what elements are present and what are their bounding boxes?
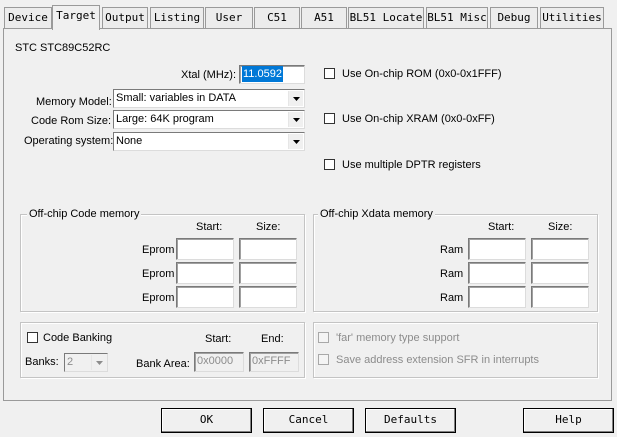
ram-size-input-2[interactable] — [531, 262, 589, 284]
ram-label-2: Ram — [440, 268, 464, 280]
ram-size-input-3[interactable] — [531, 286, 589, 308]
tab-utilities[interactable]: Utilities — [540, 7, 604, 28]
eprom-label-3: Eprom — [142, 292, 175, 304]
bank-area-start-input[interactable]: 0x0000 — [194, 352, 244, 372]
banks-value: 2 — [67, 356, 74, 368]
far-memory-checkbox[interactable] — [318, 332, 329, 343]
ram-size-input-1[interactable] — [531, 238, 589, 260]
operating-system-select[interactable]: None — [113, 132, 305, 151]
operating-system-label: Operating system: — [24, 135, 114, 147]
onchip-xram-label: Use On-chip XRAM (0x0-0xFF) — [342, 113, 495, 125]
tab-bl51-misc[interactable]: BL51 Misc — [426, 7, 488, 28]
code-rom-size-select[interactable]: Large: 64K program — [113, 110, 305, 129]
tab-target[interactable]: Target — [52, 5, 100, 30]
save-sfr-checkbox[interactable] — [318, 354, 329, 365]
bank-start-header: Start: — [205, 333, 232, 345]
ram-start-input-2[interactable] — [468, 262, 526, 284]
defaults-button[interactable]: Defaults — [365, 408, 456, 433]
eprom-start-input-2[interactable] — [176, 262, 234, 284]
tab-listing[interactable]: Listing — [150, 7, 204, 28]
tab-user[interactable]: User — [205, 7, 253, 28]
ram-label-1: Ram — [440, 244, 464, 256]
bank-end-header: End: — [261, 333, 284, 345]
bank-area-label: Bank Area: — [136, 358, 190, 370]
chevron-down-icon[interactable] — [288, 134, 303, 149]
save-sfr-label: Save address extension SFR in interrupts — [336, 354, 539, 366]
xtal-value: 11.0592 — [242, 66, 283, 82]
onchip-xram-checkbox[interactable] — [324, 113, 335, 124]
xdata-memory-title: Off-chip Xdata memory — [318, 208, 435, 220]
tab-a51[interactable]: A51 — [301, 7, 347, 28]
code-memory-title: Off-chip Code memory — [27, 208, 142, 220]
code-banking-label: Code Banking — [43, 332, 113, 344]
ok-button[interactable]: OK — [161, 408, 252, 433]
code-rom-size-label: Code Rom Size: — [31, 115, 112, 127]
chevron-down-icon[interactable] — [91, 355, 106, 370]
chevron-down-icon[interactable] — [288, 91, 303, 106]
tab-debug[interactable]: Debug — [490, 7, 538, 28]
onchip-rom-checkbox[interactable] — [324, 68, 335, 79]
eprom-size-input-1[interactable] — [239, 238, 297, 260]
bank-area-end-input[interactable]: 0xFFFF — [249, 352, 299, 372]
device-name: STC STC89C52RC — [15, 42, 111, 54]
eprom-size-input-3[interactable] — [239, 286, 297, 308]
memory-model-label: Memory Model: — [36, 96, 112, 108]
memory-model-value: Small: variables in DATA — [116, 92, 237, 104]
cancel-button[interactable]: Cancel — [263, 408, 354, 433]
tab-c51[interactable]: C51 — [254, 7, 300, 28]
code-rom-size-value: Large: 64K program — [116, 113, 214, 125]
ram-start-input-1[interactable] — [468, 238, 526, 260]
xtal-label: Xtal (MHz): — [181, 69, 236, 81]
chevron-down-icon[interactable] — [288, 112, 303, 127]
far-options-group — [313, 322, 598, 378]
eprom-start-input-3[interactable] — [176, 286, 234, 308]
memory-model-select[interactable]: Small: variables in DATA — [113, 89, 305, 108]
tab-device[interactable]: Device — [4, 7, 52, 28]
onchip-rom-label: Use On-chip ROM (0x0-0x1FFF) — [342, 68, 502, 80]
eprom-label-2: Eprom — [142, 268, 175, 280]
xtal-input[interactable]: 11.0592 — [239, 65, 305, 84]
xdata-start-header: Start: — [488, 221, 515, 233]
code-start-header: Start: — [196, 221, 223, 233]
tab-bl51-locate[interactable]: BL51 Locate — [348, 7, 424, 28]
eprom-start-input-1[interactable] — [176, 238, 234, 260]
banks-label: Banks: — [25, 356, 59, 368]
operating-system-value: None — [116, 135, 143, 147]
code-size-header: Size: — [256, 221, 281, 233]
multiple-dptr-checkbox[interactable] — [324, 159, 335, 170]
ram-start-input-3[interactable] — [468, 286, 526, 308]
eprom-label-1: Eprom — [142, 244, 175, 256]
help-button[interactable]: Help — [523, 408, 614, 433]
code-banking-checkbox[interactable] — [27, 332, 38, 343]
tab-output[interactable]: Output — [102, 7, 148, 28]
multiple-dptr-label: Use multiple DPTR registers — [342, 159, 481, 171]
banks-select[interactable]: 2 — [64, 353, 108, 372]
ram-label-3: Ram — [440, 292, 464, 304]
tab-bar: Device Target Output Listing User C51 A5… — [0, 0, 617, 30]
eprom-size-input-2[interactable] — [239, 262, 297, 284]
far-memory-label: 'far' memory type support — [336, 332, 460, 344]
xdata-size-header: Size: — [548, 221, 573, 233]
